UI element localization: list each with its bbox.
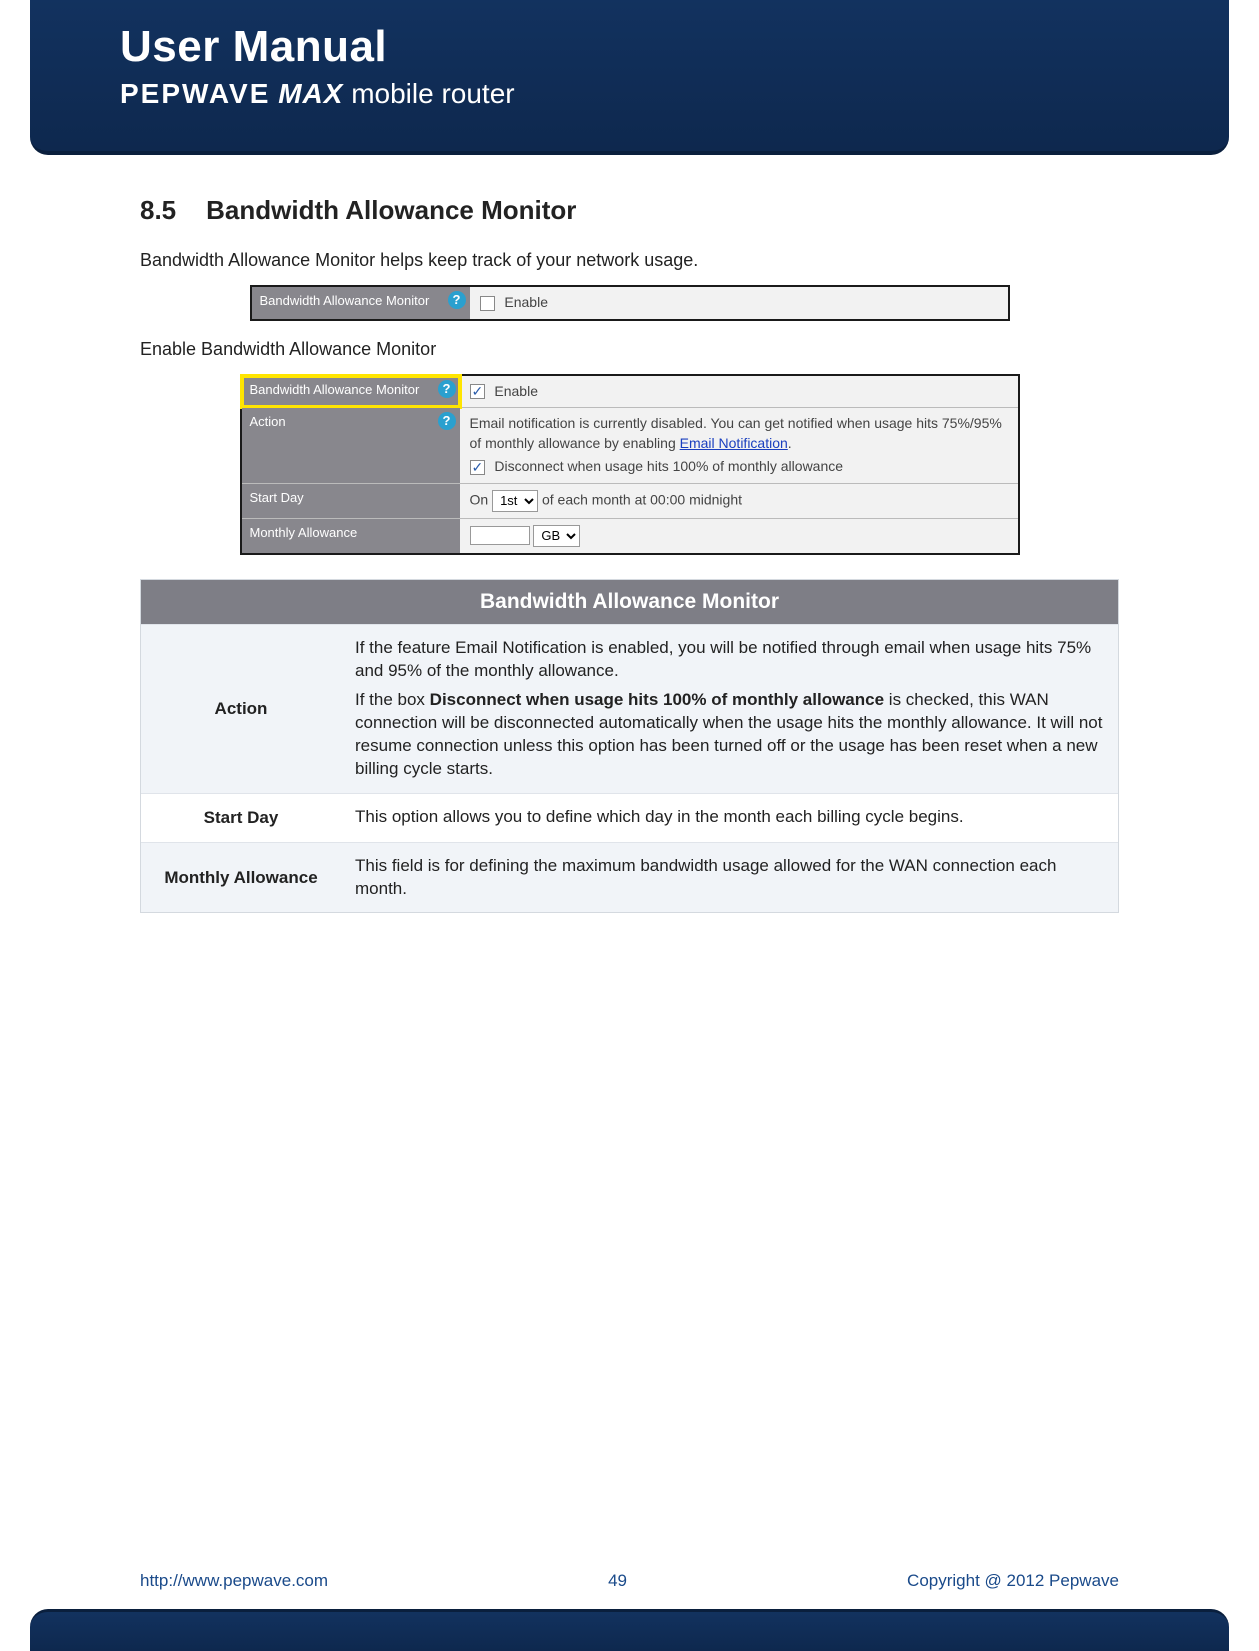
ref-label-startday: Start Day xyxy=(141,794,341,842)
panel2-bam-value: Enable xyxy=(460,376,1018,408)
footer-url: http://www.pepwave.com xyxy=(140,1571,328,1591)
panel2-action-value: Email notification is currently disabled… xyxy=(460,408,1018,483)
help-icon[interactable]: ? xyxy=(448,291,466,309)
section-intro: Bandwidth Allowance Monitor helps keep t… xyxy=(140,250,1119,271)
enable-checkbox[interactable] xyxy=(470,384,485,399)
panel1-value: Enable xyxy=(470,287,1008,319)
ref-desc-action: If the feature Email Notification is ena… xyxy=(341,625,1118,793)
section-heading: 8.5 Bandwidth Allowance Monitor xyxy=(140,195,1119,226)
panel2-monthly-value: GB xyxy=(460,519,1018,553)
panel2-action-label-text: Action xyxy=(250,414,286,429)
ref-action-p1: If the feature Email Notification is ena… xyxy=(355,637,1104,683)
brand-name: PEPWAVE xyxy=(120,78,270,109)
panel1-label: Bandwidth Allowance Monitor ? xyxy=(252,287,470,319)
action-text-post: . xyxy=(788,435,792,451)
page-footer: http://www.pepwave.com 49 Copyright @ 20… xyxy=(0,1571,1259,1591)
panel-bam-enabled: Bandwidth Allowance Monitor ? Enable Act… xyxy=(240,374,1020,555)
reference-table-title: Bandwidth Allowance Monitor xyxy=(141,580,1118,624)
help-icon[interactable]: ? xyxy=(438,412,456,430)
panel2-monthly-label: Monthly Allowance xyxy=(242,519,460,553)
content-area: 8.5 Bandwidth Allowance Monitor Bandwidth… xyxy=(0,155,1259,933)
disconnect-label: Disconnect when usage hits 100% of month… xyxy=(494,458,843,474)
startday-suffix: of each month at 00:00 midnight xyxy=(542,492,742,508)
footer-copyright: Copyright @ 2012 Pepwave xyxy=(907,1571,1119,1591)
email-notification-link[interactable]: Email Notification xyxy=(680,435,788,451)
ref-desc-monthly: This field is for defining the maximum b… xyxy=(341,843,1118,913)
panel2-monthly-label-text: Monthly Allowance xyxy=(250,525,358,540)
table-row: Start Day This option allows you to defi… xyxy=(141,793,1118,842)
panel1-label-text: Bandwidth Allowance Monitor xyxy=(260,293,430,308)
ref-action-p2: If the box Disconnect when usage hits 10… xyxy=(355,689,1104,781)
ref-desc-startday: This option allows you to define which d… xyxy=(341,794,1118,842)
monthly-input[interactable] xyxy=(470,526,530,545)
reference-table: Bandwidth Allowance Monitor Action If th… xyxy=(140,579,1119,914)
header-band: User Manual PEPWAVE MAX mobile router xyxy=(30,0,1229,155)
panel2-bam-label-text: Bandwidth Allowance Monitor xyxy=(250,382,420,397)
section-number: 8.5 xyxy=(140,195,176,225)
enable-caption: Enable Bandwidth Allowance Monitor xyxy=(140,339,1119,360)
startday-prefix: On xyxy=(470,492,489,508)
enable-label: Enable xyxy=(504,294,548,310)
disconnect-checkbox[interactable] xyxy=(470,460,485,475)
table-row: Monthly Allowance This field is for defi… xyxy=(141,842,1118,913)
product-name: MAX xyxy=(278,78,343,109)
panel-bam-disabled: Bandwidth Allowance Monitor ? Enable xyxy=(250,285,1010,321)
panel2-startday-value: On 1st of each month at 00:00 midnight xyxy=(460,484,1018,518)
panel2-bam-label: Bandwidth Allowance Monitor ? xyxy=(242,376,460,408)
doc-subtitle: PEPWAVE MAX mobile router xyxy=(120,78,515,110)
panel2-action-label: Action ? xyxy=(242,408,460,483)
section-title: Bandwidth Allowance Monitor xyxy=(206,195,576,225)
startday-select[interactable]: 1st xyxy=(492,490,538,512)
product-suffix: mobile router xyxy=(351,78,514,109)
footer-page: 49 xyxy=(608,1571,627,1591)
page: User Manual PEPWAVE MAX mobile router 8.… xyxy=(0,0,1259,1651)
footer-band xyxy=(30,1609,1229,1651)
monthly-unit-select[interactable]: GB xyxy=(533,525,580,547)
panel2-startday-label: Start Day xyxy=(242,484,460,518)
help-icon[interactable]: ? xyxy=(438,380,456,398)
panel2-startday-label-text: Start Day xyxy=(250,490,304,505)
ref-label-monthly: Monthly Allowance xyxy=(141,843,341,913)
table-row: Action If the feature Email Notification… xyxy=(141,624,1118,793)
doc-title: User Manual xyxy=(120,22,515,72)
ref-label-action: Action xyxy=(141,625,341,793)
enable-label: Enable xyxy=(494,383,538,399)
enable-checkbox[interactable] xyxy=(480,296,495,311)
